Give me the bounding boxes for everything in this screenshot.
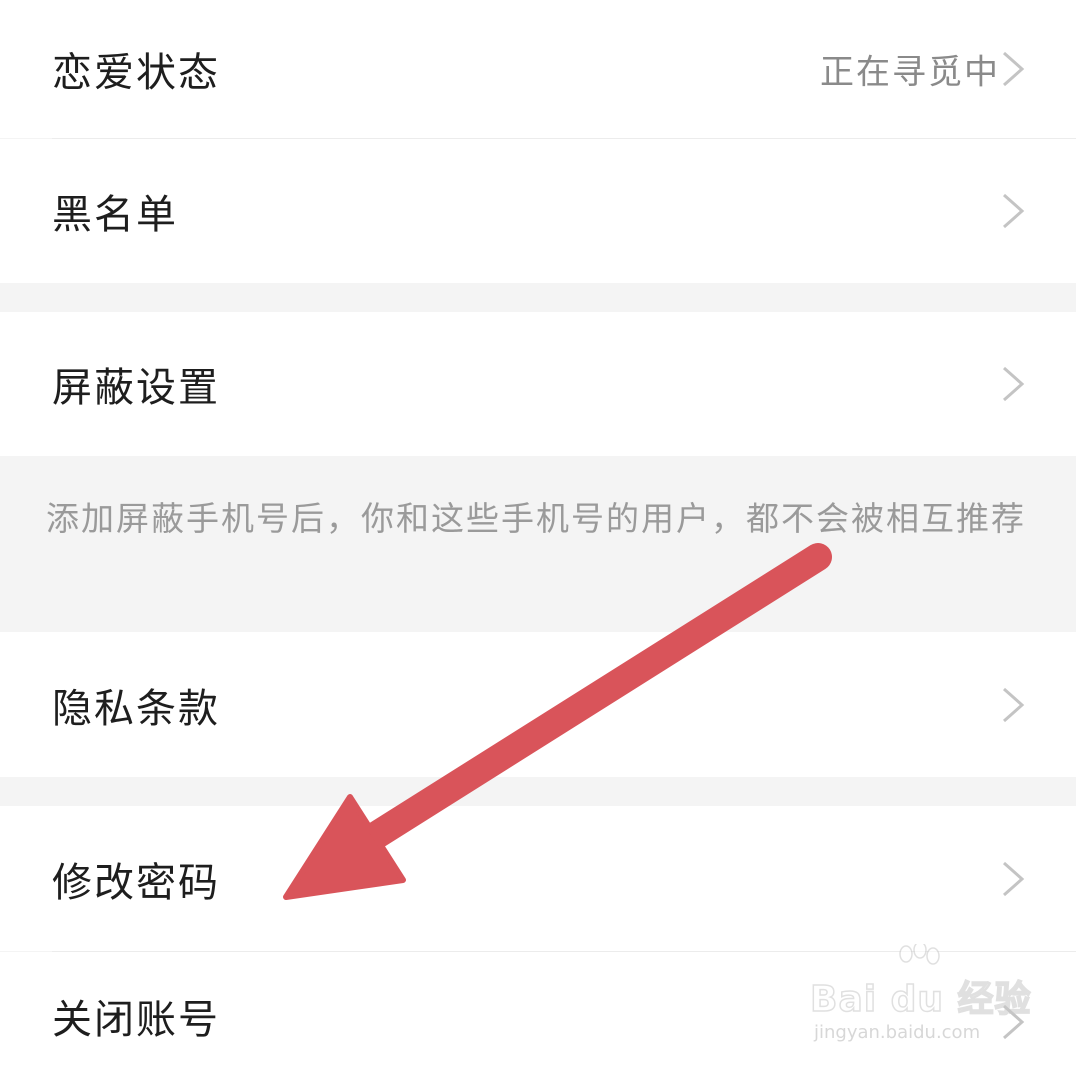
chevron-right-icon: [1003, 687, 1025, 722]
settings-row-blacklist[interactable]: 黑名单: [0, 139, 1076, 283]
row-label: 屏蔽设置: [52, 365, 220, 411]
relationship-status-value: 正在寻觅中: [820, 52, 1000, 93]
chevron-right-icon: [1003, 366, 1025, 402]
settings-row-close-account[interactable]: 关闭账号: [0, 952, 1076, 1068]
chevron-right-icon: [1003, 51, 1025, 87]
settings-row-relationship-status[interactable]: 恋爱状态 正在寻觅中: [0, 0, 1076, 138]
settings-row-block-settings[interactable]: 屏蔽设置: [0, 312, 1076, 456]
chevron-right-icon: [1003, 861, 1025, 896]
row-label: 修改密码: [52, 859, 220, 906]
block-settings-hint-text: 添加屏蔽手机号后，你和这些手机号的用户，都不会被相互推荐: [46, 499, 1026, 538]
settings-row-privacy-policy[interactable]: 隐私条款: [0, 632, 1076, 777]
block-settings-hint: 添加屏蔽手机号后，你和这些手机号的用户，都不会被相互推荐: [0, 456, 1076, 632]
row-label: 隐私条款: [52, 685, 220, 732]
chevron-right-icon: [1003, 193, 1025, 229]
row-label: 黑名单: [52, 192, 178, 238]
settings-row-change-password[interactable]: 修改密码: [0, 806, 1076, 951]
row-label: 恋爱状态: [52, 50, 220, 96]
chevron-right-icon: [1003, 1004, 1025, 1040]
row-label: 关闭账号: [52, 997, 220, 1043]
